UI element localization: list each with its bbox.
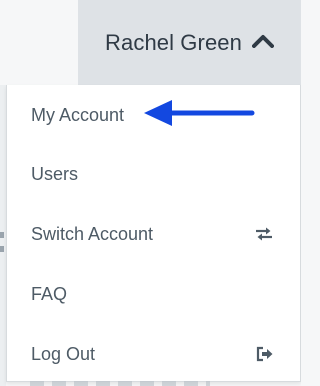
menu-item-label: Log Out (31, 343, 96, 364)
user-name: Rachel Green (105, 29, 242, 55)
app-canvas: Rachel Green My Account Users Switch Acc… (0, 0, 301, 386)
menu-item-label: Users (31, 163, 79, 184)
topbar-background (0, 0, 78, 85)
menu-item-users[interactable]: Users (7, 144, 300, 204)
background-text-fragments-bottom (30, 381, 210, 386)
menu-item-faq[interactable]: FAQ (7, 264, 300, 324)
menu-item-label: Switch Account (31, 223, 154, 244)
chevron-up-icon (251, 34, 274, 53)
switch-arrows-icon (254, 226, 274, 242)
annotation-arrow (140, 98, 256, 135)
menu-item-label: My Account (31, 104, 125, 125)
menu-item-switch-account[interactable]: Switch Account (7, 204, 300, 264)
user-menu-toggle[interactable]: Rachel Green (78, 0, 301, 85)
logout-icon (256, 346, 274, 362)
menu-item-label: FAQ (31, 283, 68, 304)
menu-item-log-out[interactable]: Log Out (7, 324, 300, 384)
